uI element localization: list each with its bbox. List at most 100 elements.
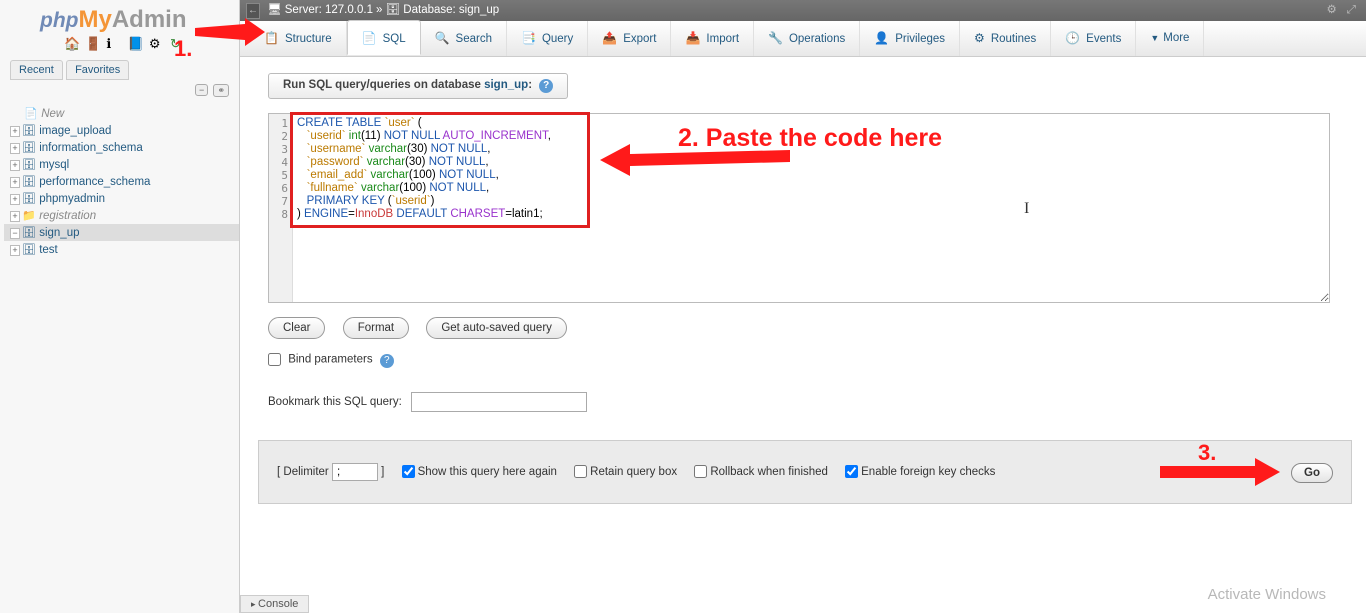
back-icon[interactable]: ←: [246, 3, 260, 19]
tree-item-New[interactable]: 📄 New: [4, 105, 239, 122]
nav-tabs: 📋 Structure 📄SQL 🔍 Search 📑Query 📤 Export 📥Impor…: [240, 21, 1366, 57]
expand-icon[interactable]: +: [10, 211, 20, 222]
tab-routines[interactable]: ⚙Routines: [960, 21, 1051, 56]
fk-checkbox[interactable]: [845, 465, 858, 478]
tree-label: test: [39, 244, 58, 256]
tree-item-performance_schema[interactable]: +🗄 performance_schema: [4, 173, 239, 190]
exit-icon[interactable]: 🚪: [85, 36, 101, 52]
tab-query[interactable]: 📑Query: [507, 21, 588, 56]
delimiter-input[interactable]: [332, 463, 378, 481]
logo-my: My: [78, 6, 111, 33]
tab-operations[interactable]: 🔧Operations: [754, 21, 860, 56]
db-icon: 🗄: [22, 226, 36, 239]
reload-icon[interactable]: ↻: [170, 36, 186, 52]
tab-label: More: [1163, 32, 1189, 44]
tree-label: image_upload: [39, 125, 111, 137]
db-icon: 🗄: [22, 141, 36, 154]
tab-export[interactable]: 📤 Export: [588, 21, 671, 56]
tab-icon: 📤: [602, 31, 617, 45]
expand-icon[interactable]: +: [10, 177, 20, 188]
tab-icon: 🔍: [435, 31, 450, 45]
tree-label: mysql: [39, 159, 69, 171]
line-gutter: 12345678: [269, 114, 293, 302]
expand-icon[interactable]: +: [10, 194, 20, 205]
tab-search[interactable]: 🔍 Search: [421, 21, 507, 56]
clear-button[interactable]: Clear: [268, 317, 325, 339]
tab-label: Export: [623, 33, 656, 45]
tree-label: information_schema: [39, 142, 143, 154]
tab-icon: 👤: [874, 31, 889, 45]
help-icon[interactable]: ?: [539, 79, 553, 93]
delimiter-label-open: [ Delimiter: [277, 466, 329, 478]
info-icon[interactable]: ℹ: [106, 36, 122, 52]
more-caret-icon: ▼: [1150, 33, 1159, 43]
tab-import[interactable]: 📥Import: [671, 21, 754, 56]
tree-label: registration: [39, 210, 96, 222]
tree-item-phpmyadmin[interactable]: +🗄 phpmyadmin: [4, 190, 239, 207]
sql-editor[interactable]: 12345678 CREATE TABLE `user` ( `userid` …: [268, 113, 1330, 303]
collapse-all-icon[interactable]: −: [195, 84, 208, 96]
tab-events[interactable]: 🕒Events: [1051, 21, 1136, 56]
topbar-collapse-icon[interactable]: ⤢: [1347, 0, 1356, 21]
topbar-gear-icon[interactable]: ⚙: [1326, 0, 1336, 21]
bookmark-input[interactable]: [411, 392, 587, 412]
tree-item-sign_up[interactable]: −🗄 sign_up: [4, 224, 239, 241]
expand-icon[interactable]: −: [10, 228, 20, 239]
tab-label: Import: [706, 33, 739, 45]
expand-icon[interactable]: +: [10, 245, 20, 256]
db-icon: 🗄: [386, 4, 401, 16]
tab-icon: 📋: [264, 31, 279, 45]
expand-icon[interactable]: +: [10, 160, 20, 171]
tab-label: Search: [456, 33, 492, 45]
tab-recent[interactable]: Recent: [10, 60, 63, 80]
bind-label: Bind parameters: [288, 354, 372, 366]
db-icon: 🗄: [22, 243, 36, 256]
button-row: Clear Format Get auto-saved query: [268, 317, 1348, 339]
tab-label: Structure: [285, 33, 332, 45]
autosaved-button[interactable]: Get auto-saved query: [426, 317, 567, 339]
docs-icon[interactable]: 📘: [128, 36, 144, 52]
db-icon: 🗄: [22, 175, 36, 188]
link-icon[interactable]: ⚭: [213, 84, 229, 97]
go-button[interactable]: Go: [1291, 463, 1333, 483]
bookmark-row: Bookmark this SQL query:: [268, 392, 1348, 412]
bookmark-label: Bookmark this SQL query:: [268, 396, 402, 408]
tree-item-information_schema[interactable]: +🗄 information_schema: [4, 139, 239, 156]
recent-fav-tabs: Recent Favorites: [10, 60, 239, 80]
console-toggle[interactable]: Console: [240, 595, 309, 613]
annotation-arrow-2: [600, 140, 790, 180]
tab-more[interactable]: ▼ More: [1136, 21, 1204, 56]
tab-icon: 🔧: [768, 31, 783, 45]
tab-privileges[interactable]: 👤Privileges: [860, 21, 960, 56]
bind-checkbox[interactable]: [268, 353, 281, 366]
gear-icon[interactable]: ⚙: [149, 36, 165, 52]
text-cursor-icon: I: [1024, 200, 1029, 218]
tree-item-test[interactable]: +🗄 test: [4, 241, 239, 258]
database-link[interactable]: Database: sign_up: [403, 4, 499, 16]
tree-item-image_upload[interactable]: +🗄 image_upload: [4, 122, 239, 139]
db-icon: 🗄: [22, 158, 36, 171]
bind-help-icon[interactable]: ?: [380, 354, 394, 368]
tree-item-registration[interactable]: +📁 registration: [4, 207, 239, 224]
tree-item-mysql[interactable]: +🗄 mysql: [4, 156, 239, 173]
retain-checkbox[interactable]: [574, 465, 587, 478]
tree-label: phpmyadmin: [39, 193, 105, 205]
server-link[interactable]: Server: 127.0.0.1: [285, 4, 373, 16]
home-icon[interactable]: 🏠: [64, 36, 80, 52]
main: ← 🖥 Server: 127.0.0.1 » 🗄 Database: sign…: [240, 0, 1366, 613]
annotation-arrow-3: [1160, 458, 1280, 490]
show-again-checkbox[interactable]: [402, 465, 415, 478]
bind-row: Bind parameters ?: [268, 353, 1348, 368]
tab-favorites[interactable]: Favorites: [66, 60, 129, 80]
format-button[interactable]: Format: [343, 317, 409, 339]
tab-label: SQL: [383, 33, 406, 45]
rollback-checkbox[interactable]: [694, 465, 707, 478]
db-icon: 🗄: [22, 124, 36, 137]
db-icon: 📄: [24, 107, 38, 120]
expand-icon[interactable]: +: [10, 143, 20, 154]
workarea: Run SQL query/queries on database sign_u…: [240, 57, 1366, 504]
code-area[interactable]: CREATE TABLE `user` ( `userid` int(11) N…: [297, 117, 551, 221]
tab-sql[interactable]: 📄SQL: [347, 20, 421, 55]
expand-icon[interactable]: +: [10, 126, 20, 137]
activate-windows-watermark: Activate Windows: [1208, 586, 1326, 603]
